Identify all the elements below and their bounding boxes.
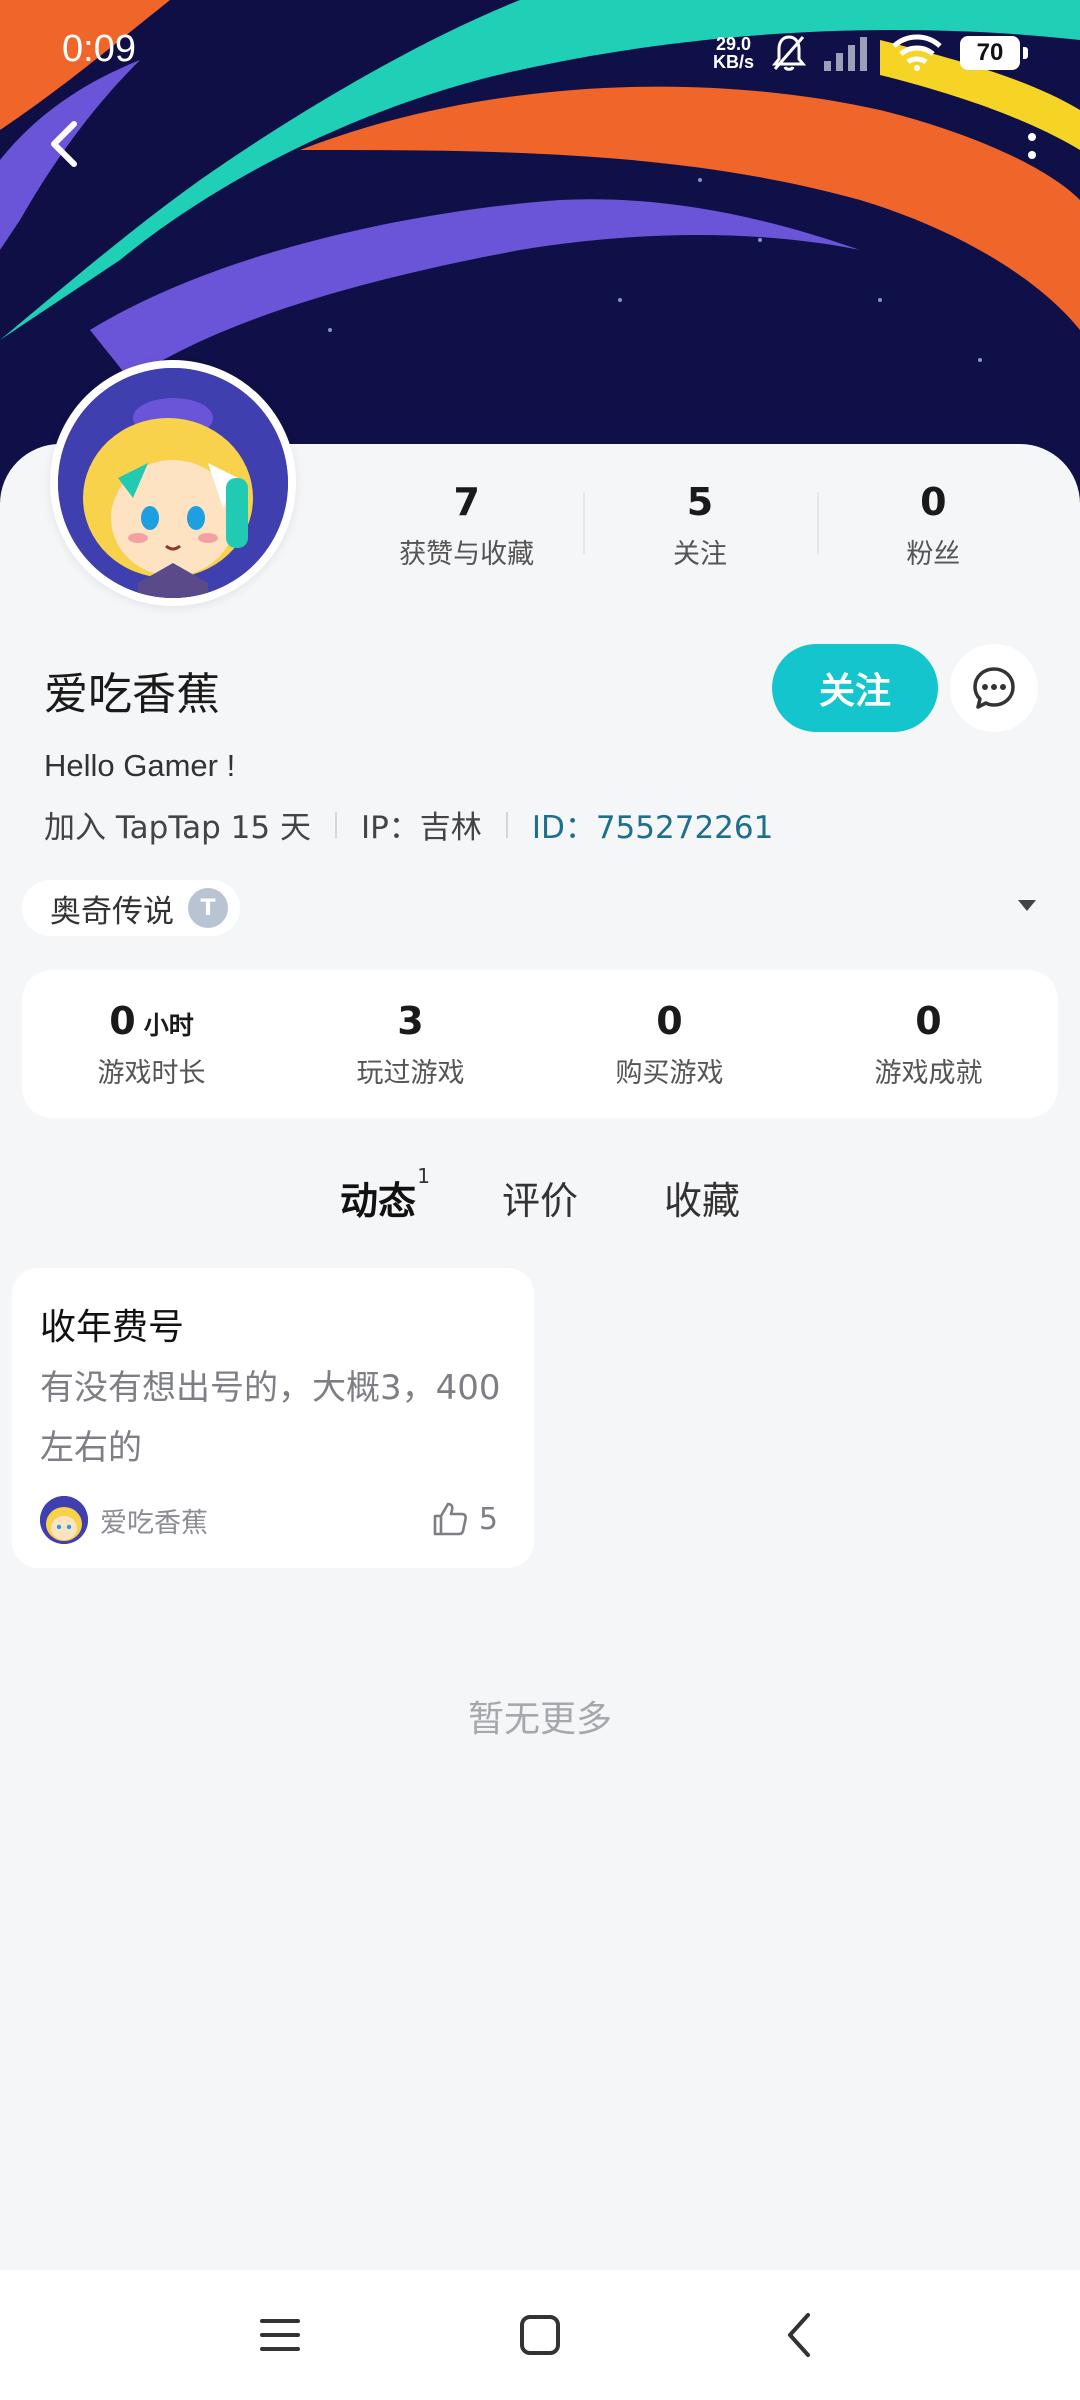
more-dot-icon xyxy=(1028,133,1036,141)
username: 爱吃香蕉 xyxy=(44,669,220,720)
network-speed-value: 29.0 xyxy=(715,34,752,54)
avatar[interactable] xyxy=(50,360,296,606)
ip-location: IP：吉林 xyxy=(360,810,482,846)
no-more-text: 暂无更多 xyxy=(467,1699,612,1740)
stat-number: 0 xyxy=(109,998,136,1043)
status-icons: 29.0 KB/s 70 xyxy=(713,30,1028,76)
wifi-icon xyxy=(892,34,942,71)
follow-button[interactable]: 关注 xyxy=(772,644,938,732)
thumbs-up-icon xyxy=(433,1502,467,1536)
like-count: 5 xyxy=(478,1501,498,1537)
user-id-value: 755272261 xyxy=(595,810,774,846)
stat-following[interactable]: 5 关注 xyxy=(583,470,816,580)
stat-fans[interactable]: 0 粉丝 xyxy=(816,470,1050,580)
stat-play-time[interactable]: 0 小时 游戏时长 xyxy=(22,970,281,1118)
tab-posts[interactable]: 动态 1 xyxy=(339,1164,430,1234)
dropdown-caret-icon[interactable] xyxy=(1018,900,1036,911)
nav-home-button[interactable] xyxy=(510,2305,570,2365)
user-id-label: ID： xyxy=(531,810,596,846)
stat-value: 5 xyxy=(686,479,714,524)
chat-bubble-icon xyxy=(973,667,1015,709)
home-square-icon xyxy=(520,2315,560,2355)
stat-games-purchased[interactable]: 0 购买游戏 xyxy=(540,970,799,1118)
stat-value: 0 xyxy=(656,998,683,1043)
network-speed: 29.0 KB/s xyxy=(713,35,754,71)
stat-value: 3 xyxy=(397,998,424,1043)
stat-label: 玩过游戏 xyxy=(356,1057,465,1089)
content-tabs: 动态 1 评价 收藏 xyxy=(0,1164,1080,1250)
message-button[interactable] xyxy=(950,644,1038,732)
nav-back-icon xyxy=(788,2313,810,2357)
more-options-button[interactable] xyxy=(1014,118,1050,174)
status-time: 0:09 xyxy=(62,28,136,70)
back-button[interactable] xyxy=(40,112,92,176)
game-tag-label: 奥奇传说 xyxy=(50,893,174,930)
post-title: 收年费号 xyxy=(40,1307,185,1348)
author-avatar xyxy=(40,1496,88,1544)
bell-muted-icon xyxy=(772,35,806,71)
game-stats-card: 0 小时 游戏时长 3 玩过游戏 0 购买游戏 0 游戏成就 xyxy=(22,970,1058,1118)
game-tag[interactable]: 奥奇传说 T xyxy=(22,880,240,936)
stat-games-played[interactable]: 3 玩过游戏 xyxy=(281,970,540,1118)
stat-value: 0 xyxy=(915,998,942,1043)
tab-label: 动态 xyxy=(339,1179,416,1223)
nav-back-button[interactable] xyxy=(770,2305,830,2365)
stat-likes-favorites[interactable]: 7 获赞与收藏 xyxy=(350,470,583,580)
stat-value: 0 xyxy=(920,479,947,524)
signal-icon xyxy=(824,37,867,71)
tab-label: 收藏 xyxy=(664,1179,741,1223)
battery-indicator: 70 xyxy=(960,36,1028,70)
status-bar: 0:09 29.0 KB/s 70 xyxy=(0,0,1080,104)
more-dot-icon xyxy=(1028,151,1036,159)
like-button[interactable]: 5 xyxy=(431,1500,498,1538)
tab-reviews[interactable]: 评价 xyxy=(502,1170,578,1234)
avatar-image xyxy=(58,368,288,598)
join-duration: 加入 TapTap 15 天 xyxy=(44,810,311,846)
stat-label: 获赞与收藏 xyxy=(399,538,535,570)
stat-value: 0 小时 xyxy=(109,999,193,1043)
back-arrow-icon xyxy=(51,121,77,167)
stat-unit: 小时 xyxy=(143,1010,194,1040)
avatar-character-art xyxy=(58,368,288,598)
bio: Hello Gamer ! xyxy=(44,748,236,783)
menu-icon xyxy=(260,2319,300,2351)
divider xyxy=(505,811,508,838)
network-speed-unit: KB/s xyxy=(712,52,754,72)
profile-meta: 加入 TapTap 15 天 IP：吉林 ID：755272261 xyxy=(44,802,773,847)
nav-menu-button[interactable] xyxy=(250,2305,310,2365)
tab-favorites[interactable]: 收藏 xyxy=(664,1170,740,1234)
stat-value: 7 xyxy=(453,479,480,524)
divider xyxy=(334,811,337,838)
stat-label: 游戏成就 xyxy=(874,1057,983,1089)
stat-label: 关注 xyxy=(672,538,727,570)
tab-count-badge: 1 xyxy=(417,1164,430,1188)
author-name: 爱吃香蕉 xyxy=(100,1507,208,1539)
post-author[interactable]: 爱吃香蕉 xyxy=(40,1496,208,1544)
post-card[interactable]: 收年费号 有没有想出号的，大概3，400左右的 爱吃香蕉 5 xyxy=(12,1268,534,1568)
user-id[interactable]: ID：755272261 xyxy=(532,802,774,847)
stat-label: 购买游戏 xyxy=(615,1057,724,1089)
post-body: 有没有想出号的，大概3，400左右的 xyxy=(40,1368,501,1468)
stat-achievements[interactable]: 0 游戏成就 xyxy=(799,970,1058,1118)
author-avatar-art xyxy=(40,1496,88,1544)
tab-label: 评价 xyxy=(501,1179,578,1223)
stat-label: 粉丝 xyxy=(906,538,961,570)
stat-label: 游戏时长 xyxy=(97,1057,206,1089)
profile-stats: 7 获赞与收藏 5 关注 0 粉丝 xyxy=(350,470,1050,580)
system-nav-bar xyxy=(0,2270,1080,2400)
taptap-badge-icon: T xyxy=(188,888,228,928)
